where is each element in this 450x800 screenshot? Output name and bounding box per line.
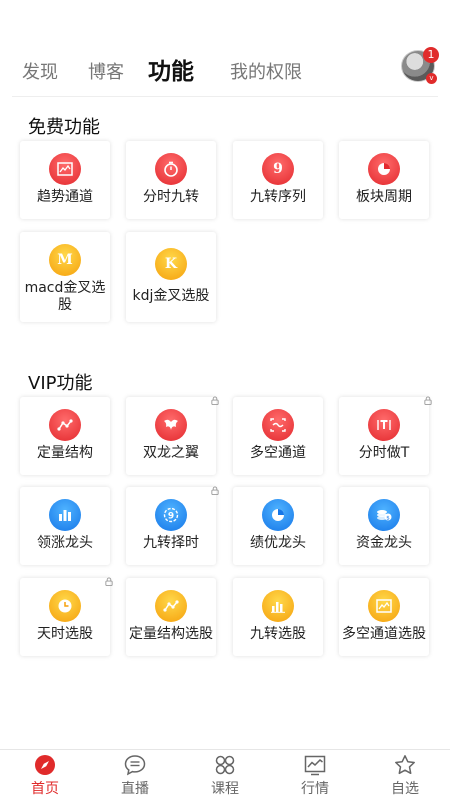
feature-label: 多空通道选股 [342, 626, 426, 642]
feature-card-nine-picks[interactable]: 九转选股 [233, 578, 323, 656]
nav-live[interactable]: 直播 [90, 754, 180, 798]
feature-label: 九转择时 [143, 535, 199, 551]
notification-badge: 1 [423, 47, 439, 63]
feature-label: 领涨龙头 [37, 535, 93, 551]
nav-market[interactable]: 行情 [270, 754, 360, 798]
feature-card-nine-timing[interactable]: 9 九转择时 [126, 486, 219, 565]
nav-label: 行情 [301, 781, 329, 797]
feature-card-long-short-channel[interactable]: 多空通道 [233, 397, 323, 475]
coins-icon: $ [368, 499, 400, 531]
feature-card-macd[interactable]: M macd金叉选股 [20, 232, 110, 322]
nav-label: 课程 [211, 781, 239, 797]
star-icon [392, 754, 418, 776]
nav-home[interactable]: 首页 [0, 754, 90, 798]
lock-icon [211, 396, 219, 405]
line-chart-icon [302, 754, 328, 776]
lock-icon [105, 577, 113, 586]
bar-chart-icon [49, 499, 81, 531]
feature-card-nine-sequence[interactable]: 9 九转序列 [233, 141, 323, 219]
chat-bubble-icon [122, 754, 148, 776]
feature-card-trend-channel[interactable]: 趋势通道 [20, 141, 110, 219]
chart-wave-icon [368, 590, 400, 622]
vip-section-title: VIP功能 [28, 373, 93, 394]
feature-card-intraday-nine[interactable]: 分时九转 [126, 141, 216, 219]
feature-label: 绩优龙头 [250, 535, 306, 551]
chart-wave-icon [49, 153, 81, 185]
nine-glyph: 9 [168, 512, 174, 522]
m-glyph: M [57, 252, 73, 268]
nine-glyph: 9 [273, 161, 283, 177]
feature-card-quant-structure[interactable]: 定量结构 [20, 397, 110, 475]
feature-card-dragon-wings[interactable]: 双龙之翼 [126, 396, 219, 475]
feature-label: 分时做T [358, 445, 410, 461]
feature-label: 九转序列 [250, 189, 306, 205]
nav-label: 自选 [391, 781, 419, 797]
nav-courses[interactable]: 课程 [180, 754, 270, 798]
pie-chart-icon [368, 153, 400, 185]
feature-card-capital-leaders[interactable]: $ 资金龙头 [339, 487, 429, 565]
feature-label: 多空通道 [250, 445, 306, 461]
feature-label: macd金叉选股 [24, 280, 106, 313]
tab-discover[interactable]: 发现 [22, 58, 58, 84]
feature-card-leading-gainers[interactable]: 领涨龙头 [20, 487, 110, 565]
k-letter-icon: K [155, 248, 187, 280]
m-letter-icon: M [49, 244, 81, 276]
feature-label: 板块周期 [356, 189, 412, 205]
avatar[interactable]: 1 v [401, 47, 439, 84]
feature-label: kdj金叉选股 [132, 288, 210, 304]
feature-label: 九转选股 [250, 626, 306, 642]
dragon-icon [155, 409, 187, 441]
channel-icon [262, 409, 294, 441]
nav-label: 直播 [121, 781, 149, 797]
lock-icon [211, 486, 219, 495]
tab-my-permissions[interactable]: 我的权限 [230, 58, 302, 84]
compass-icon [32, 754, 58, 776]
svg-text:$: $ [386, 515, 390, 521]
feature-label: 资金龙头 [356, 535, 412, 551]
feature-card-long-short-picks[interactable]: 多空通道选股 [339, 578, 429, 656]
feature-card-kdj[interactable]: K kdj金叉选股 [126, 232, 216, 322]
free-section-title: 免费功能 [28, 117, 100, 138]
bottom-nav: 首页 直播 课程 行情 自选 [0, 749, 450, 800]
feature-label: 趋势通道 [37, 189, 93, 205]
feature-card-intraday-t[interactable]: 分时做T [339, 396, 432, 475]
nav-label: 首页 [31, 781, 59, 797]
nine-timer-icon: 9 [155, 499, 187, 531]
feature-label: 定量结构选股 [129, 626, 213, 642]
bar-chart-icon [262, 590, 294, 622]
t-letter-icon [368, 409, 400, 441]
grid-icon [212, 754, 238, 776]
nine-icon: 9 [262, 153, 294, 185]
feature-card-sector-cycle[interactable]: 板块周期 [339, 141, 429, 219]
tab-blog[interactable]: 博客 [88, 58, 124, 84]
clock-icon [49, 590, 81, 622]
feature-card-performance-leaders[interactable]: 绩优龙头 [233, 487, 323, 565]
feature-label: 双龙之翼 [143, 445, 199, 461]
feature-card-timing-picks[interactable]: 天时选股 [20, 577, 113, 656]
lock-icon [424, 396, 432, 405]
top-tab-bar: 发现 博客 功能 我的权限 [0, 48, 450, 92]
tab-features[interactable]: 功能 [148, 52, 194, 86]
scatter-icon [155, 590, 187, 622]
k-glyph: K [164, 256, 178, 272]
stopwatch-icon [155, 153, 187, 185]
feature-label: 天时选股 [37, 626, 93, 642]
pie-chart-icon [262, 499, 294, 531]
header-divider [12, 96, 438, 97]
scatter-icon [49, 409, 81, 441]
feature-label: 定量结构 [37, 445, 93, 461]
feature-card-quant-structure-picks[interactable]: 定量结构选股 [126, 578, 216, 656]
feature-label: 分时九转 [143, 189, 199, 205]
vip-mark: v [426, 73, 437, 84]
nav-watchlist[interactable]: 自选 [360, 754, 450, 798]
